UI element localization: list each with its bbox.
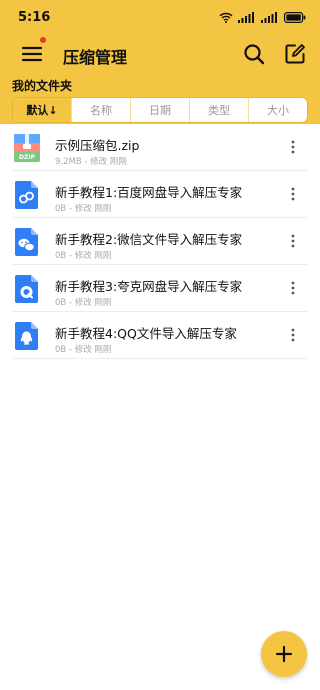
sort-tab-name[interactable]: 名称 [71, 98, 130, 122]
status-bar: 5:16 [0, 0, 320, 34]
qq-file-icon [15, 322, 38, 350]
list-item[interactable]: 新手教程4:QQ文件导入解压专家 0B - 修改 刚刚 [0, 312, 320, 359]
file-name: 新手教程4:QQ文件导入解压专家 [55, 326, 237, 341]
file-meta: 0B - 修改 刚刚 [55, 251, 112, 261]
search-icon [244, 44, 265, 65]
sort-tabs: 默认↓ 名称 日期 类型 大小 [12, 97, 308, 123]
wifi-icon [219, 12, 233, 23]
more-vertical-icon[interactable] [285, 139, 301, 155]
file-meta: 0B - 修改 刚刚 [55, 204, 112, 214]
app-bar: 压缩管理 [0, 34, 320, 74]
plus-icon [275, 645, 293, 663]
more-vertical-icon[interactable] [285, 280, 301, 296]
file-name: 新手教程2:微信文件导入解压专家 [55, 232, 243, 247]
sort-tab-size[interactable]: 大小 [248, 98, 307, 122]
status-time: 5:16 [18, 10, 51, 25]
signal-icon [261, 11, 277, 23]
add-button[interactable] [261, 631, 307, 677]
menu-icon [21, 46, 43, 62]
file-name: 示例压缩包.zip [55, 138, 140, 153]
folder-title: 我的文件夹 [12, 79, 73, 93]
search-button[interactable] [242, 42, 266, 66]
zip-file-icon: DZIP [14, 134, 40, 162]
file-meta: 0B - 修改 刚刚 [55, 298, 112, 308]
sort-tab-date[interactable]: 日期 [130, 98, 189, 122]
list-item[interactable]: 新手教程1:百度网盘导入解压专家 0B - 修改 刚刚 [0, 171, 320, 218]
page-title: 压缩管理 [63, 48, 128, 67]
sort-tab-default[interactable]: 默认↓ [13, 98, 71, 122]
more-vertical-icon[interactable] [285, 327, 301, 343]
file-name: 新手教程3:夸克网盘导入解压专家 [55, 279, 243, 294]
status-icons [219, 11, 306, 23]
more-vertical-icon[interactable] [285, 186, 301, 202]
divider [12, 358, 308, 359]
file-meta: 0B - 修改 刚刚 [55, 345, 112, 355]
more-vertical-icon[interactable] [285, 233, 301, 249]
battery-icon [284, 11, 306, 23]
sort-tab-type[interactable]: 类型 [189, 98, 248, 122]
wechat-file-icon [15, 228, 38, 256]
edit-icon [285, 44, 305, 64]
menu-button[interactable] [20, 42, 44, 66]
baidu-netdisk-file-icon [15, 181, 38, 209]
file-meta: 9.2MB - 修改 刚刚 [55, 157, 127, 167]
zip-badge-label: DZIP [19, 154, 36, 161]
file-name: 新手教程1:百度网盘导入解压专家 [55, 185, 243, 200]
list-item[interactable]: 新手教程3:夸克网盘导入解压专家 0B - 修改 刚刚 [0, 265, 320, 312]
list-item[interactable]: DZIP 示例压缩包.zip 9.2MB - 修改 刚刚 [0, 124, 320, 171]
top-header: 5:16 压缩管理 我的文件夹 默认↓ 名称 日期 类型 大小 [0, 0, 320, 124]
signal-icon [238, 11, 254, 23]
quark-file-icon [15, 275, 38, 303]
edit-button[interactable] [283, 42, 307, 66]
file-list: DZIP 示例压缩包.zip 9.2MB - 修改 刚刚 新手教程1:百度网盘导… [0, 124, 320, 359]
notification-dot [40, 37, 46, 43]
list-item[interactable]: 新手教程2:微信文件导入解压专家 0B - 修改 刚刚 [0, 218, 320, 265]
